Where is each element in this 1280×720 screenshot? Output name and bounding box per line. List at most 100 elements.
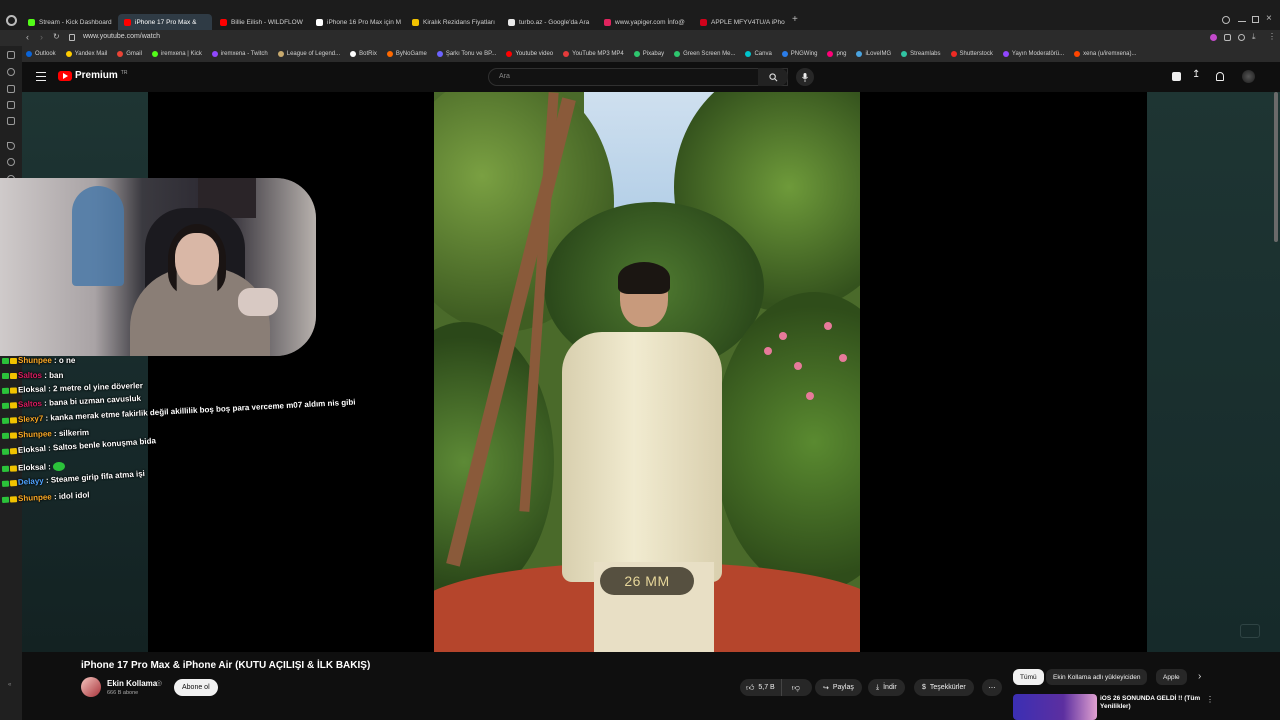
hamburger-menu-icon[interactable] (36, 72, 46, 81)
sidebar-settings-icon[interactable] (7, 158, 15, 166)
tab-favicon-icon (124, 18, 131, 26)
bookmark-item[interactable]: PNGWing (781, 51, 818, 57)
like-button[interactable]: 👍︎ 5,7 B (740, 679, 782, 696)
menu-icon[interactable]: ⋮ (1268, 32, 1276, 41)
browser-tab[interactable]: www.yapiger.com İnfo@ (598, 14, 692, 30)
maximize-button[interactable] (1252, 16, 1259, 23)
channel-name[interactable]: Ekin Kollama (107, 679, 157, 688)
chat-badge-icon (9, 447, 18, 455)
youtube-premium-logo[interactable]: Premium TR (58, 70, 127, 81)
download-button[interactable]: ⤓ İndir (868, 679, 905, 696)
chips-next-icon[interactable]: › (1198, 671, 1201, 682)
bookmark-item[interactable]: Yandex Mail (65, 51, 107, 57)
browser-tab[interactable]: Kiralık Rezidans Fiyatları (406, 14, 500, 30)
recommended-video-title[interactable]: iOS 26 SONUNDA GELDİ !! (Tüm Yenilikler) (1100, 695, 1206, 711)
extensions-icon[interactable] (1210, 34, 1217, 41)
like-dislike-group: 👍︎ 5,7 B 👎︎ (740, 679, 812, 696)
chip-apple[interactable]: Apple (1156, 669, 1187, 685)
new-tab-button[interactable]: + (792, 14, 798, 25)
chip-all[interactable]: Tümü (1013, 669, 1044, 685)
bookmark-item[interactable]: League of Legend... (277, 51, 340, 57)
thumbs-down-icon: 👎︎ (791, 682, 800, 692)
sidebar-tools-icon[interactable] (7, 142, 15, 150)
bookmark-item[interactable]: BotRix (350, 51, 377, 57)
bookmark-item[interactable]: Youtube video (506, 51, 553, 57)
bookmark-item[interactable]: Pixabay (633, 51, 664, 57)
back-icon[interactable]: ‹ (26, 32, 29, 42)
minimize-button[interactable] (1238, 21, 1246, 22)
reload-icon[interactable]: ↻ (53, 32, 60, 41)
bookmark-item[interactable]: ByNoGame (386, 51, 427, 57)
chat-badge-icon (2, 357, 9, 364)
browser-tab[interactable]: iPhone 17 Pro Max & (118, 14, 212, 30)
bookmark-item[interactable]: YouTube MP3 MP4 (563, 51, 624, 57)
upload-icon[interactable]: ↥ (1192, 69, 1200, 80)
chat-badges (1, 400, 18, 410)
avatar[interactable] (1242, 70, 1255, 83)
site-info-icon[interactable] (69, 34, 75, 41)
bookmark-item[interactable]: Şarkı Tonu ve BP... (436, 51, 496, 57)
bookmark-item[interactable]: Yayın Moderatörü... (1002, 51, 1064, 57)
profile-icon[interactable] (1238, 34, 1245, 41)
channel-avatar[interactable] (81, 677, 101, 697)
sidebar-reading-icon[interactable] (7, 117, 15, 125)
search-icon (768, 72, 777, 81)
chat-badges (1, 478, 19, 488)
sidebar-collapse-icon[interactable]: « (8, 682, 11, 688)
chat-message: Shunpee : silkerim (1, 428, 89, 440)
browser-tab[interactable]: Billie Eilish - WILDFLOW (214, 14, 308, 30)
chip-from-uploader[interactable]: Ekin Kollama adlı yükleyiciden (1046, 669, 1148, 685)
bookmark-item[interactable]: Green Screen Me... (674, 51, 735, 57)
thanks-button[interactable]: $ Teşekkürler (914, 679, 974, 696)
forward-icon[interactable]: › (40, 32, 43, 42)
chat-badges (2, 371, 18, 380)
search-input[interactable]: Ara (488, 68, 788, 86)
search-tabs-icon[interactable] (1222, 16, 1230, 24)
chat-badges (1, 385, 18, 395)
bookmark-item[interactable]: xena (u/iremxena)... (1074, 51, 1137, 57)
close-window-button[interactable]: × (1266, 13, 1272, 24)
sidebar-downloads-icon[interactable] (7, 85, 15, 93)
search-button[interactable] (758, 68, 788, 86)
bookmark-item[interactable]: iremxena - Twitch (211, 51, 268, 57)
subscriber-count: 666 B abone (107, 690, 139, 696)
bookmark-item[interactable]: Outlook (26, 51, 56, 57)
bookmark-item[interactable]: iremxena | Kick (151, 51, 202, 57)
bookmark-item[interactable]: Canva (745, 51, 772, 57)
bookmark-item[interactable]: Shutterstock (950, 51, 993, 57)
ambient-right (1147, 92, 1280, 652)
browser-tab[interactable]: APPLE MFYV4TU/A iPho (694, 14, 788, 30)
share-label: Paylaş (832, 684, 854, 691)
tab-label: turbo.az - Google'da Ara (519, 18, 590, 26)
more-actions-button[interactable]: ⋯ (982, 679, 1002, 696)
bookmark-item[interactable]: png (827, 51, 846, 57)
bookmark-label: PNGWing (790, 51, 818, 57)
page-scrollbar[interactable] (1274, 92, 1278, 242)
bookmark-item[interactable]: Streamlabs (901, 51, 941, 57)
sidebar-notes-icon[interactable] (7, 101, 15, 109)
create-icon[interactable] (1172, 72, 1181, 81)
bookmark-favicon-icon (26, 51, 32, 57)
dislike-button[interactable]: 👎︎ (786, 683, 806, 693)
subscribe-button[interactable]: Abone ol (174, 679, 218, 696)
browser-tab[interactable]: iPhone 16 Pro Max için M (310, 14, 404, 30)
recommended-more-icon[interactable]: ⋮ (1206, 695, 1214, 704)
notifications-bell-icon[interactable] (1216, 72, 1224, 81)
bookmark-label: Gmail (126, 51, 142, 57)
bookmark-item[interactable]: Gmail (117, 51, 142, 57)
chat-badge-icon (9, 496, 18, 503)
voice-search-button[interactable] (796, 68, 814, 86)
share-icon[interactable] (1224, 34, 1231, 41)
share-button[interactable]: ↪ Paylaş (815, 679, 862, 696)
tab-label: iPhone 17 Pro Max & (135, 18, 197, 26)
browser-tab[interactable]: Stream - Kick Dashboard (22, 14, 116, 30)
browser-tab[interactable]: turbo.az - Google'da Ara (502, 14, 596, 30)
download-icon[interactable]: ⤓ (1252, 32, 1256, 42)
bookmark-favicon-icon (674, 51, 681, 57)
sidebar-history-icon[interactable] (7, 68, 15, 76)
recommended-video-thumbnail[interactable] (1013, 694, 1097, 720)
sidebar-bookmarks-icon[interactable] (7, 51, 15, 59)
bookmark-item[interactable]: iLoveIMG (856, 51, 891, 57)
url-field[interactable]: www.youtube.com/watch (83, 33, 160, 40)
chat-badges (1, 463, 18, 473)
